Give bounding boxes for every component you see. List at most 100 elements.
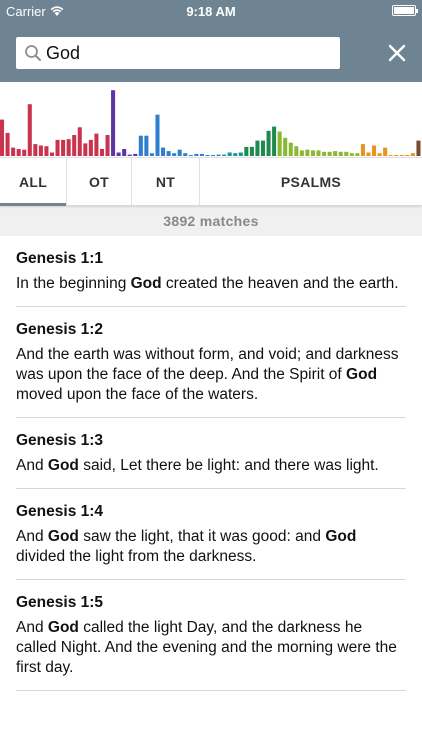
histogram-bar xyxy=(66,139,71,156)
histogram-bar xyxy=(372,145,377,156)
histogram-bar xyxy=(405,155,410,156)
histogram-bar xyxy=(333,151,338,156)
result-item[interactable]: Genesis 1:5 And God called the light Day,… xyxy=(16,580,406,691)
histogram-bar xyxy=(383,147,388,156)
histogram-bar xyxy=(105,135,110,156)
histogram-bar xyxy=(227,152,232,156)
match-count: 3892 matches xyxy=(0,206,422,236)
histogram-bar xyxy=(99,149,104,156)
result-item[interactable]: Genesis 1:1 In the beginning God created … xyxy=(16,236,406,307)
histogram-bar xyxy=(205,155,210,156)
histogram-bar xyxy=(260,140,266,156)
histogram-chart xyxy=(0,90,421,156)
histogram-bar xyxy=(305,149,310,156)
highlighted-match: God xyxy=(346,366,378,383)
tab-all[interactable]: ALL xyxy=(0,158,67,206)
histogram-bar xyxy=(49,152,55,156)
verse-segment: In the beginning xyxy=(16,275,131,292)
histogram-bar xyxy=(138,135,143,156)
histogram-bar xyxy=(244,146,249,156)
histogram-bar xyxy=(177,149,182,156)
histogram-bar xyxy=(122,149,127,156)
match-histogram[interactable] xyxy=(0,82,422,158)
histogram-bar xyxy=(344,151,349,156)
histogram-bar xyxy=(33,144,38,156)
result-verse-text: And God said, Let there be light: and th… xyxy=(16,456,406,476)
highlighted-match: God xyxy=(130,275,162,292)
histogram-bar xyxy=(16,149,21,156)
tab-ot[interactable]: OT xyxy=(67,158,132,205)
histogram-bar xyxy=(199,153,204,156)
histogram-bar xyxy=(255,140,260,156)
histogram-bar xyxy=(188,155,193,156)
histogram-bar xyxy=(172,153,177,156)
histogram-bar xyxy=(283,137,288,156)
histogram-bar xyxy=(388,155,393,156)
histogram-bar xyxy=(127,154,132,156)
histogram-bar xyxy=(288,142,293,156)
histogram-bar xyxy=(233,153,238,156)
close-icon[interactable] xyxy=(386,42,408,64)
result-item[interactable]: Genesis 1:3 And God said, Let there be li… xyxy=(16,418,406,489)
search-box[interactable] xyxy=(16,37,340,69)
histogram-bar xyxy=(216,154,221,156)
histogram-bar xyxy=(249,146,254,156)
histogram-bar xyxy=(394,155,399,156)
histogram-bar xyxy=(94,133,99,156)
histogram-bar xyxy=(166,151,171,156)
result-reference: Genesis 1:4 xyxy=(16,503,104,520)
histogram-bar xyxy=(61,139,66,156)
histogram-bar xyxy=(161,147,166,156)
verse-segment: And xyxy=(16,528,48,545)
histogram-bar xyxy=(377,153,382,156)
results-list: Genesis 1:1 In the beginning God created … xyxy=(0,236,422,691)
histogram-bar xyxy=(399,155,404,156)
histogram-bar xyxy=(44,146,49,156)
search-input[interactable] xyxy=(46,42,326,64)
histogram-bar xyxy=(310,150,315,156)
histogram-bar xyxy=(410,153,415,156)
histogram-bar xyxy=(77,127,82,156)
verse-segment: moved upon the face of the waters. xyxy=(16,386,259,403)
histogram-bar xyxy=(133,153,138,156)
verse-segment: created the heaven and the earth. xyxy=(161,275,399,292)
battery-icon xyxy=(392,5,418,16)
histogram-bar xyxy=(338,151,343,156)
result-reference: Genesis 1:2 xyxy=(16,321,104,338)
tab-psalms[interactable]: PSALMS xyxy=(200,158,422,205)
histogram-bar xyxy=(294,146,299,156)
histogram-bar xyxy=(299,150,304,156)
histogram-bar xyxy=(144,135,149,156)
status-time: 9:18 AM xyxy=(186,4,236,19)
histogram-bar xyxy=(355,153,360,156)
histogram-bar xyxy=(266,130,271,156)
highlighted-match: God xyxy=(325,528,357,545)
histogram-bar xyxy=(5,132,10,156)
histogram-bar xyxy=(72,135,77,156)
histogram-bar xyxy=(349,153,354,156)
histogram-bar xyxy=(155,114,160,156)
verse-segment: And the earth was without form, and void… xyxy=(16,346,399,383)
tab-bar: ALL OT NT PSALMS xyxy=(0,158,422,206)
histogram-bar xyxy=(111,90,116,156)
histogram-bar xyxy=(38,145,43,156)
result-reference: Genesis 1:3 xyxy=(16,432,104,449)
verse-segment: said, Let there be light: and there was … xyxy=(78,457,379,474)
histogram-bar xyxy=(277,131,282,156)
histogram-bar xyxy=(22,149,27,156)
histogram-bar xyxy=(238,152,243,156)
histogram-bar xyxy=(83,143,88,156)
result-verse-text: In the beginning God created the heaven … xyxy=(16,274,406,294)
histogram-bar xyxy=(55,139,60,156)
result-item[interactable]: Genesis 1:2 And the earth was without for… xyxy=(16,307,406,418)
highlighted-match: God xyxy=(47,457,79,474)
tab-nt[interactable]: NT xyxy=(132,158,200,205)
histogram-bar xyxy=(272,126,277,156)
status-bar: Carrier 9:18 AM xyxy=(0,0,422,22)
histogram-bar xyxy=(0,119,5,156)
histogram-bar xyxy=(183,153,188,156)
result-verse-text: And the earth was without form, and void… xyxy=(16,345,406,405)
histogram-bar xyxy=(11,147,16,156)
result-item[interactable]: Genesis 1:4 And God saw the light, that i… xyxy=(16,489,406,580)
verse-segment: And xyxy=(16,457,48,474)
